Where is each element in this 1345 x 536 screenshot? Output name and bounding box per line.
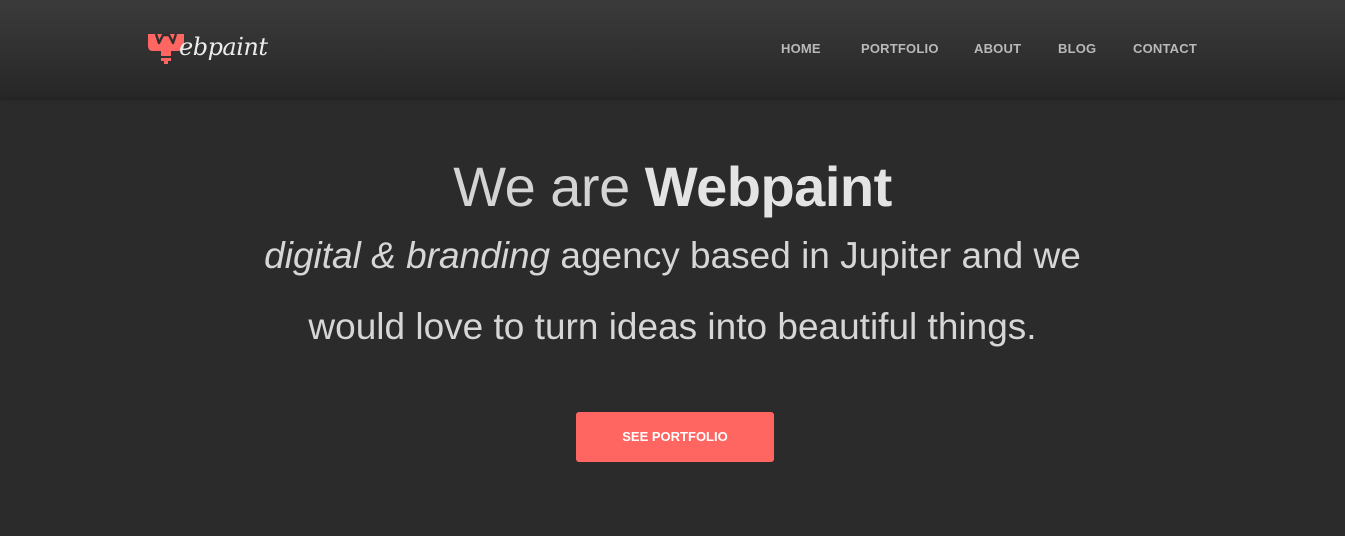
site-header: ebpaint HOME PORTFOLIO ABOUT BLOG CONTAC… [0, 0, 1345, 98]
main-nav: HOME PORTFOLIO ABOUT BLOG CONTACT [0, 41, 1345, 59]
tagline-rest: agency based in Jupiter and we [550, 235, 1081, 276]
hero-tagline-line-2: would love to turn ideas into beautiful … [308, 306, 1037, 347]
headline-brand: Webpaint [644, 155, 892, 218]
hero-section: We are Webpaint digital & branding agenc… [0, 98, 1345, 536]
headline-prefix: We are [453, 155, 645, 218]
tagline-branding: branding [406, 235, 551, 276]
tagline-digital: digital [264, 235, 361, 276]
hero-headline: We are Webpaint [0, 152, 1345, 222]
tagline-ampersand: & [360, 235, 407, 276]
hero-tagline-line-1: digital & branding agency based in Jupit… [0, 232, 1345, 280]
nav-item-contact[interactable]: CONTACT [1133, 41, 1197, 56]
nav-item-portfolio[interactable]: PORTFOLIO [861, 41, 939, 56]
see-portfolio-button[interactable]: SEE PORTFOLIO [576, 412, 774, 462]
nav-item-about[interactable]: ABOUT [974, 41, 1021, 56]
nav-item-home[interactable]: HOME [781, 41, 821, 56]
nav-item-blog[interactable]: BLOG [1058, 41, 1096, 56]
